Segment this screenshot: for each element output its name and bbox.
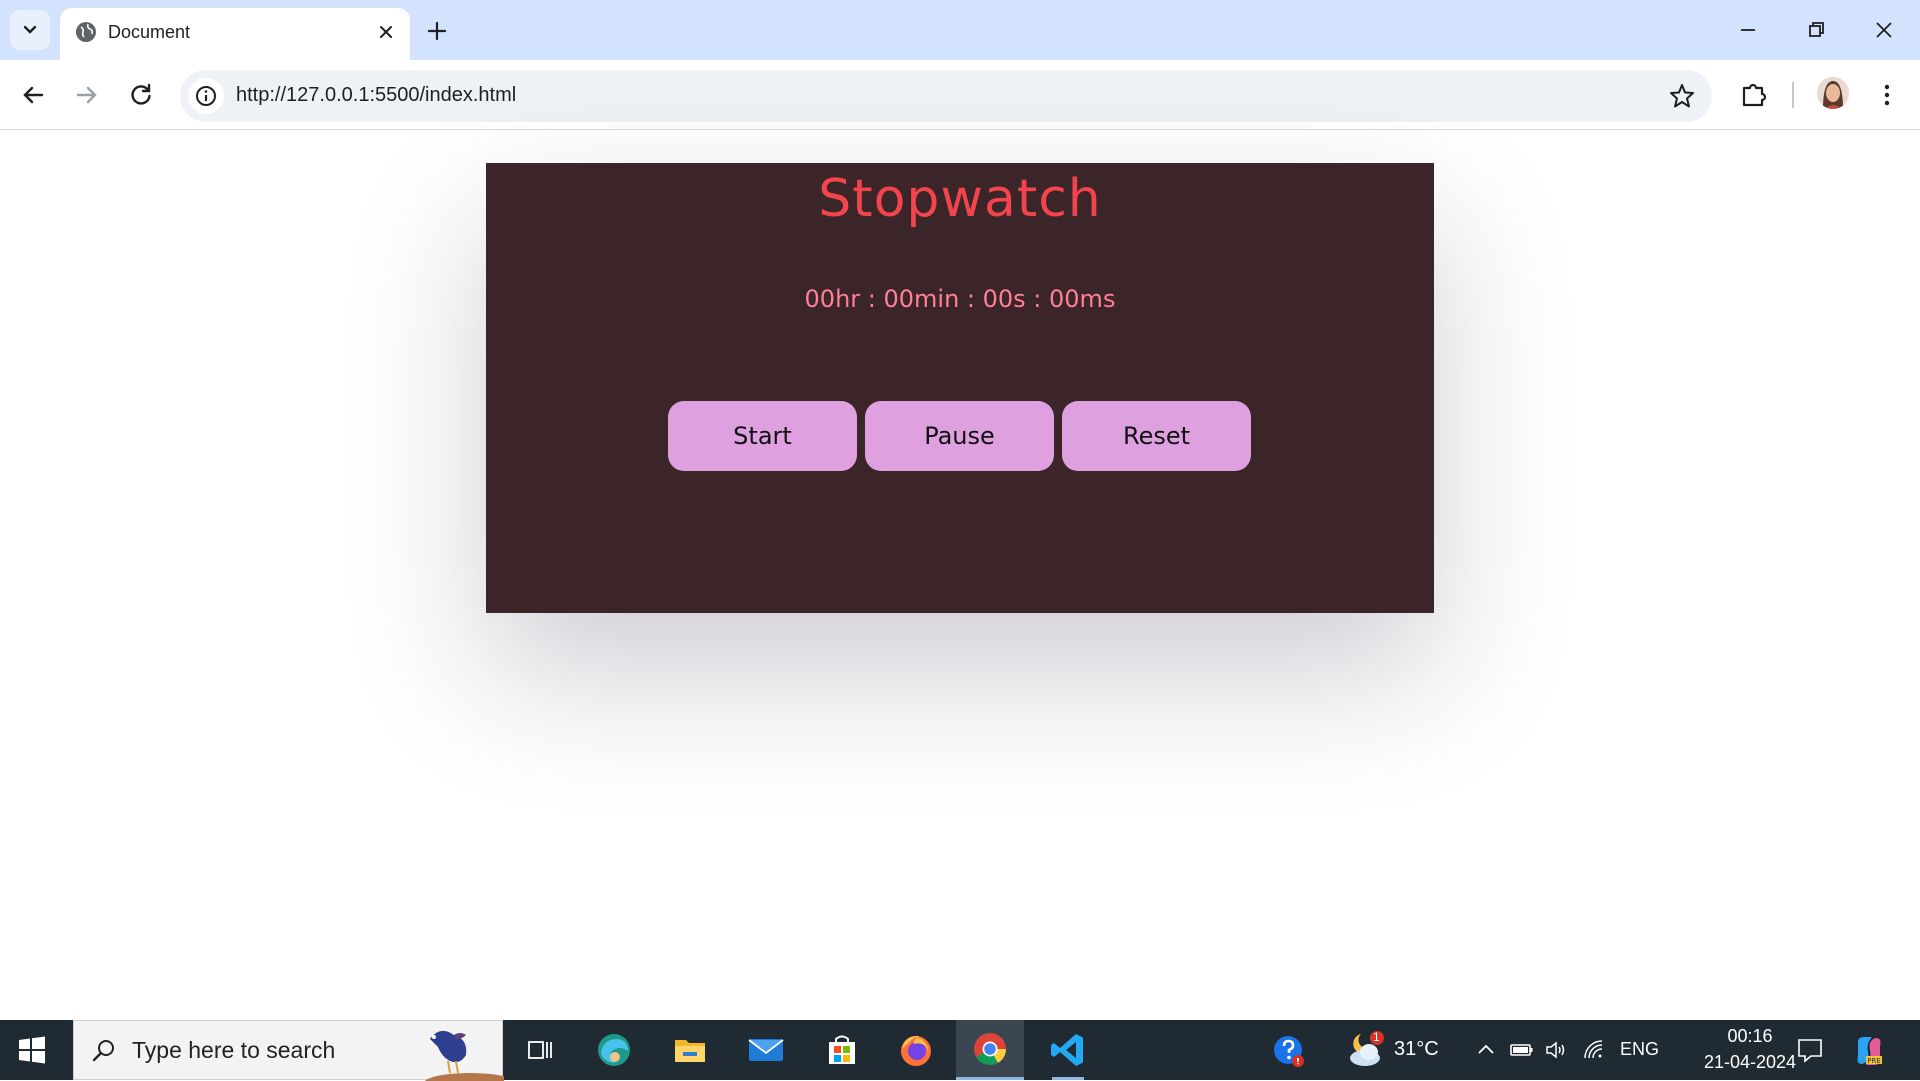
- minimize-icon[interactable]: [1734, 16, 1762, 44]
- file-explorer-button[interactable]: [670, 1030, 710, 1070]
- url-text[interactable]: http://127.0.0.1:5500/index.html: [236, 84, 516, 107]
- cloudy-night-weather-icon: [1350, 1031, 1384, 1066]
- tab-search-button[interactable]: [10, 10, 50, 50]
- wifi-icon[interactable]: [1582, 1038, 1606, 1062]
- task-view-icon: [528, 1041, 552, 1059]
- weather-widget[interactable]: 1: [1345, 1028, 1387, 1070]
- battery-icon[interactable]: [1510, 1038, 1534, 1062]
- task-view-button[interactable]: [520, 1030, 560, 1070]
- stopwatch-time-display: 00hr : 00min : 00s : 00ms: [804, 285, 1116, 313]
- page-viewport: Stopwatch 00hr : 00min : 00s : 00ms Star…: [0, 131, 1920, 1020]
- stopwatch-title: Stopwatch: [818, 169, 1102, 229]
- forward-arrow-icon[interactable]: [72, 80, 102, 110]
- notifications-icon[interactable]: [1796, 1036, 1824, 1064]
- bookmark-star-icon[interactable]: [1668, 82, 1696, 110]
- weather-alert-badge: 1: [1373, 1030, 1380, 1044]
- volume-icon[interactable]: [1544, 1038, 1568, 1062]
- restore-icon[interactable]: [1802, 16, 1830, 44]
- chrome-button[interactable]: [956, 1020, 1024, 1080]
- get-help-button[interactable]: [1272, 1034, 1306, 1068]
- reload-icon[interactable]: [126, 80, 156, 110]
- kebab-menu-icon[interactable]: [1872, 80, 1902, 110]
- language-indicator[interactable]: ENG: [1620, 1039, 1659, 1060]
- profile-avatar-image: [1817, 77, 1849, 109]
- search-highlight-bird-icon: [424, 1030, 504, 1081]
- pause-button[interactable]: Pause: [865, 401, 1054, 471]
- windows-taskbar: Type here to search 1 31°C ENG 00:16 21-…: [0, 1020, 1920, 1081]
- edge-button[interactable]: [594, 1030, 634, 1070]
- vscode-button[interactable]: [1048, 1030, 1088, 1080]
- chrome-icon: [974, 1032, 1006, 1065]
- clock-time[interactable]: 00:16: [1700, 1026, 1800, 1047]
- vscode-icon: [1051, 1034, 1083, 1066]
- microsoft-store-button[interactable]: [822, 1030, 862, 1070]
- svg-text:PRE: PRE: [1867, 1057, 1881, 1065]
- new-tab-icon[interactable]: [424, 18, 450, 44]
- reset-button[interactable]: Reset: [1062, 401, 1251, 471]
- windows-start-icon[interactable]: [16, 1034, 48, 1066]
- microsoft-store-icon: [829, 1035, 855, 1064]
- browser-tab-strip: Document: [0, 0, 1920, 60]
- start-button[interactable]: Start: [668, 401, 857, 471]
- browser-toolbar: http://127.0.0.1:5500/index.html: [0, 60, 1920, 130]
- globe-icon: [76, 22, 96, 42]
- extensions-puzzle-icon[interactable]: [1738, 78, 1770, 110]
- browser-tab[interactable]: Document: [60, 8, 410, 60]
- back-arrow-icon[interactable]: [18, 80, 48, 110]
- toolbar-separator: [1792, 82, 1794, 108]
- search-icon: [92, 1040, 114, 1062]
- profile-avatar[interactable]: [1817, 77, 1849, 109]
- weather-temperature[interactable]: 31°C: [1394, 1038, 1439, 1061]
- tab-title: Document: [108, 22, 191, 42]
- stopwatch-controls: Start Pause Reset: [668, 401, 1268, 471]
- search-placeholder: Type here to search: [132, 1037, 336, 1063]
- taskbar-search-box[interactable]: Type here to search: [73, 1020, 504, 1081]
- chevron-up-icon[interactable]: [1474, 1038, 1498, 1062]
- file-explorer-icon: [675, 1040, 705, 1062]
- info-icon: [196, 86, 216, 106]
- mail-icon: [748, 1039, 784, 1061]
- site-info-button[interactable]: [188, 78, 224, 114]
- close-window-icon[interactable]: [1870, 16, 1898, 44]
- help-icon: [1274, 1036, 1304, 1067]
- address-bar[interactable]: http://127.0.0.1:5500/index.html: [180, 70, 1712, 122]
- firefox-icon: [901, 1035, 931, 1066]
- close-tab-icon[interactable]: [376, 22, 396, 42]
- edge-icon: [598, 1034, 630, 1066]
- mail-button[interactable]: [746, 1030, 786, 1070]
- copilot-icon[interactable]: PRE: [1852, 1034, 1886, 1068]
- firefox-button[interactable]: [896, 1030, 936, 1070]
- stopwatch-card: Stopwatch 00hr : 00min : 00s : 00ms Star…: [486, 163, 1434, 613]
- chevron-down-icon: [23, 25, 37, 34]
